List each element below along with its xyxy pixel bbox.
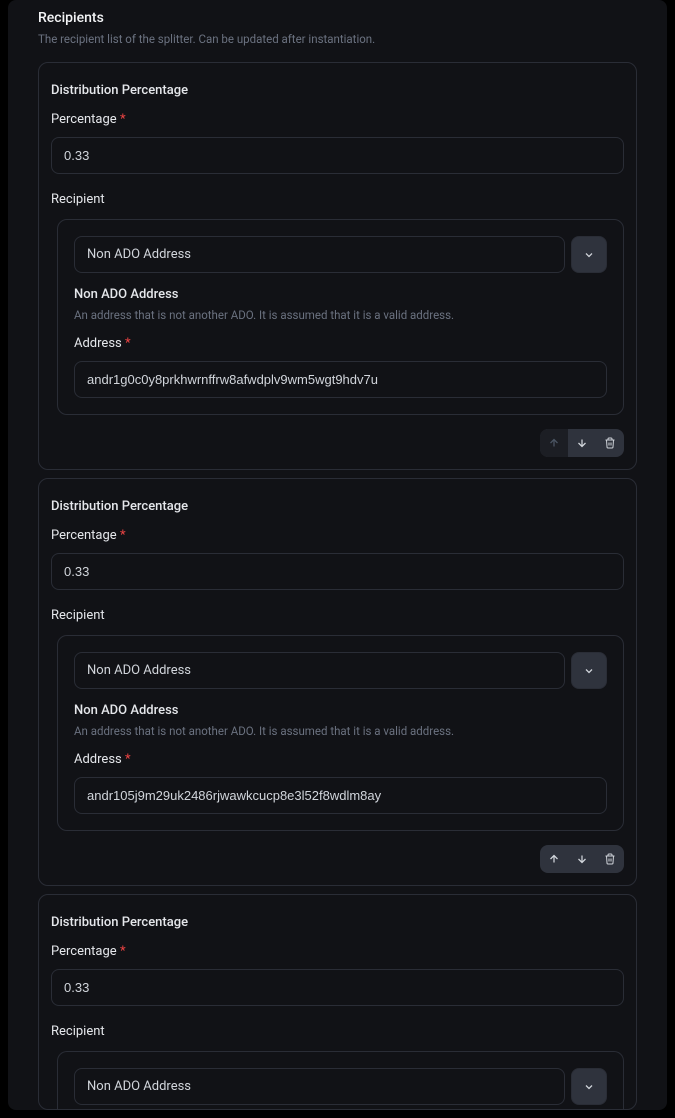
recipient-config-box: Non ADO Address	[57, 1051, 624, 1109]
delete-button[interactable]	[596, 429, 624, 457]
non-ado-description: An address that is not another ADO. It i…	[74, 308, 607, 322]
address-input[interactable]	[74, 777, 607, 814]
address-label: Address *	[74, 336, 607, 351]
recipient-type-select[interactable]: Non ADO Address	[74, 236, 565, 273]
arrow-up-icon	[548, 853, 560, 865]
select-dropdown-button[interactable]	[571, 652, 607, 689]
recipient-type-select[interactable]: Non ADO Address	[74, 1068, 565, 1105]
recipient-card: Distribution Percentage Percentage * Rec…	[38, 62, 637, 470]
card-actions	[51, 429, 624, 457]
recipients-section: Recipients The recipient list of the spl…	[8, 0, 667, 1110]
percentage-label: Percentage *	[51, 528, 624, 543]
select-dropdown-button[interactable]	[571, 1068, 607, 1105]
move-down-button[interactable]	[568, 845, 596, 873]
recipient-label: Recipient	[51, 192, 624, 207]
percentage-label: Percentage *	[51, 944, 624, 959]
percentage-input[interactable]	[51, 553, 624, 590]
recipient-label: Recipient	[51, 608, 624, 623]
chevron-down-icon	[583, 1081, 595, 1093]
move-up-button[interactable]	[540, 845, 568, 873]
trash-icon	[604, 437, 616, 449]
recipient-card: Distribution Percentage Percentage * Rec…	[38, 894, 637, 1110]
arrow-down-icon	[576, 853, 588, 865]
arrow-down-icon	[576, 437, 588, 449]
select-dropdown-button[interactable]	[571, 236, 607, 273]
move-down-button[interactable]	[568, 429, 596, 457]
recipient-config-box: Non ADO Address Non ADO Address An addre…	[57, 219, 624, 415]
distribution-heading: Distribution Percentage	[51, 499, 624, 514]
recipient-config-box: Non ADO Address Non ADO Address An addre…	[57, 635, 624, 831]
address-label: Address *	[74, 752, 607, 767]
recipient-card: Distribution Percentage Percentage * Rec…	[38, 478, 637, 886]
card-actions	[51, 845, 624, 873]
distribution-heading: Distribution Percentage	[51, 915, 624, 930]
section-description: The recipient list of the splitter. Can …	[38, 32, 637, 46]
recipient-label: Recipient	[51, 1024, 624, 1039]
chevron-down-icon	[583, 249, 595, 261]
non-ado-description: An address that is not another ADO. It i…	[74, 724, 607, 738]
non-ado-heading: Non ADO Address	[74, 287, 607, 302]
section-title: Recipients	[38, 10, 637, 26]
trash-icon	[604, 853, 616, 865]
arrow-up-icon	[548, 437, 560, 449]
distribution-heading: Distribution Percentage	[51, 83, 624, 98]
percentage-label: Percentage *	[51, 112, 624, 127]
percentage-input[interactable]	[51, 969, 624, 1006]
address-input[interactable]	[74, 361, 607, 398]
percentage-input[interactable]	[51, 137, 624, 174]
non-ado-heading: Non ADO Address	[74, 703, 607, 718]
move-up-button	[540, 429, 568, 457]
recipient-type-select[interactable]: Non ADO Address	[74, 652, 565, 689]
delete-button[interactable]	[596, 845, 624, 873]
chevron-down-icon	[583, 665, 595, 677]
